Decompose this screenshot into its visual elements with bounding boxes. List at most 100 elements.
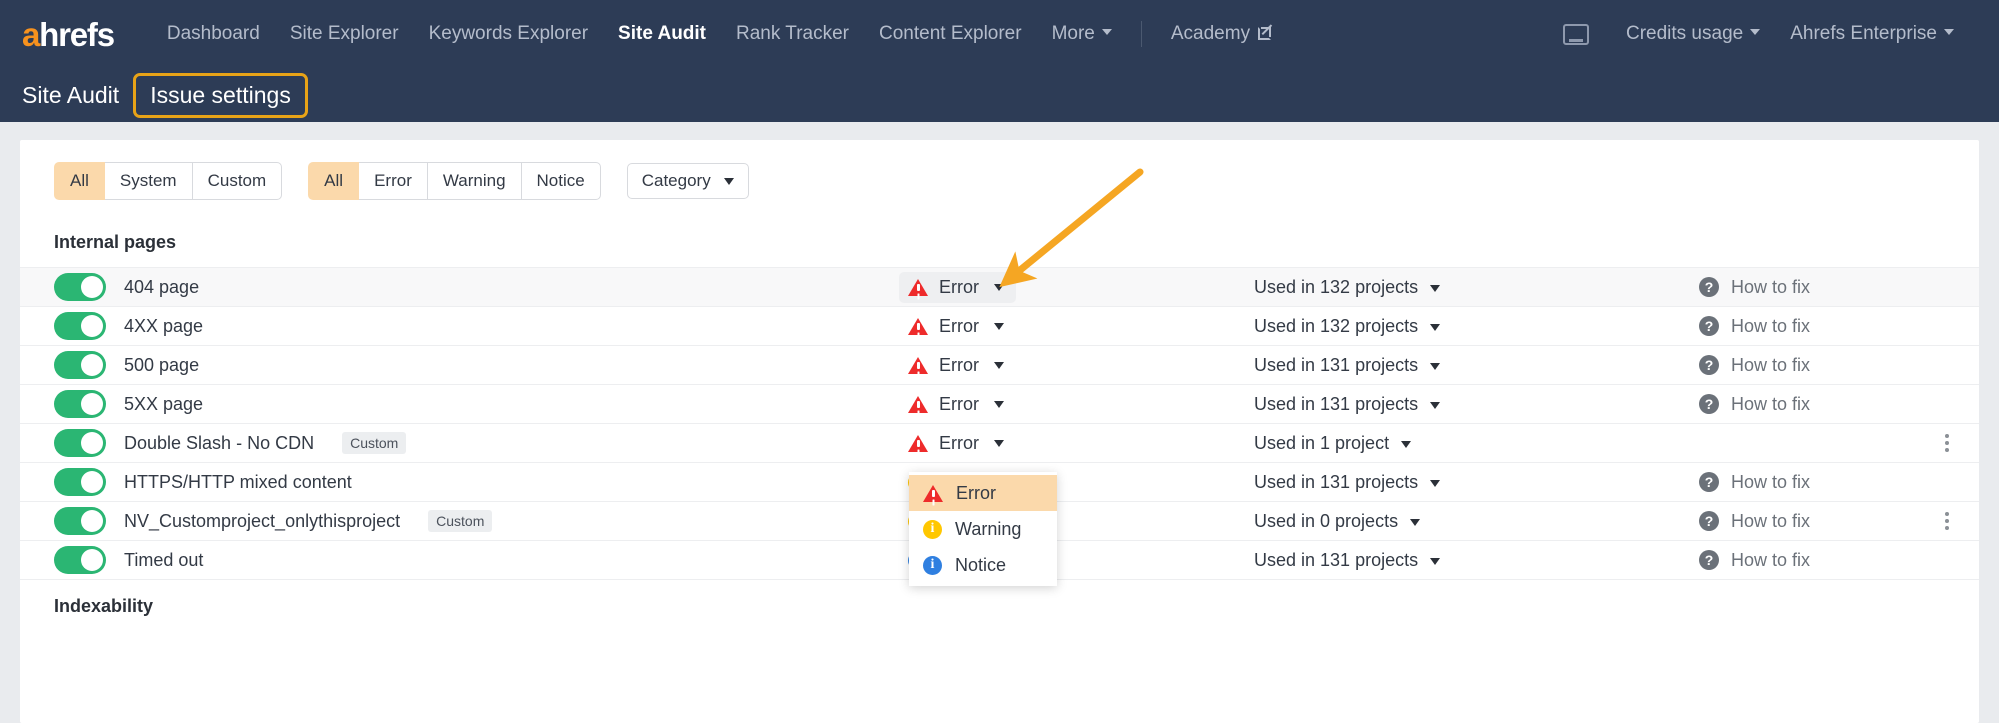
filter-severity-notice[interactable]: Notice [520,162,601,201]
ahrefs-logo[interactable]: ahrefs [22,15,115,53]
issue-toggle[interactable] [54,429,106,458]
row-usage-cell[interactable]: Used in 131 projects [1254,394,1699,415]
chevron-down-icon [1401,440,1412,448]
credits-usage-menu[interactable]: Credits usage [1611,0,1775,68]
severity-dropdown-trigger[interactable]: Error [899,271,1016,303]
error-triangle-icon [908,395,928,413]
row-usage-cell[interactable]: Used in 0 projects [1254,511,1699,532]
issue-toggle[interactable] [54,390,106,419]
issue-name: NV_Customproject_onlythisproject [124,510,401,531]
row-usage-cell[interactable]: Used in 1 project [1254,433,1699,454]
row-usage-cell[interactable]: Used in 131 projects [1254,550,1699,571]
filter-severity-error[interactable]: Error [358,162,428,201]
logo-text: hrefs [39,15,115,53]
severity-dropdown-trigger[interactable]: Error [899,311,1016,342]
issue-toggle[interactable] [54,468,106,497]
section-header-internal-pages: Internal pages [20,220,1979,269]
nav-item-academy[interactable]: Academy [1156,0,1286,68]
nav-item-dashboard[interactable]: Dashboard [152,0,275,68]
toggle-knob [81,354,103,377]
toggle-knob [81,510,103,533]
table-row: 500 page Error Used in 131 projects? How to… [20,346,1979,386]
row-usage-cell[interactable]: Used in 132 projects [1254,277,1699,298]
nav-label: More [1051,23,1095,44]
logo-letter-a: a [22,15,40,53]
filter-severity-warning[interactable]: Warning [426,162,522,201]
severity-label: Error [939,393,979,414]
how-to-fix-link[interactable]: ? How to fix [1699,511,1810,532]
menu-item-notice[interactable]: Notice [909,547,1057,583]
filter-severity-all[interactable]: All [308,162,360,201]
error-triangle-icon [908,356,928,374]
row-more-menu-icon[interactable] [1945,441,1949,446]
how-to-fix-link[interactable]: ? How to fix [1699,355,1810,376]
severity-filter-group: All Error Warning Notice [308,162,601,201]
issue-toggle[interactable] [54,351,106,380]
custom-badge: Custom [342,432,407,455]
row-usage-cell[interactable]: Used in 131 projects [1254,472,1699,493]
question-mark-icon: ? [1699,394,1719,415]
chevron-down-icon [1410,518,1421,526]
usage-label: Used in 132 projects [1254,315,1419,336]
how-to-fix-link[interactable]: ? How to fix [1699,550,1810,571]
table-row: 5XX page Error Used in 131 projects? How to… [20,385,1979,425]
how-to-fix-link[interactable]: ? How to fix [1699,316,1810,337]
question-mark-icon: ? [1699,316,1719,337]
severity-label: Error [939,432,979,453]
account-label: Ahrefs Enterprise [1790,23,1937,44]
severity-dropdown-trigger[interactable]: Error [899,389,1016,420]
filter-source-system[interactable]: System [103,162,193,201]
usage-label: Used in 131 projects [1254,471,1419,492]
toggle-knob [81,315,103,338]
row-usage-cell[interactable]: Used in 131 projects [1254,355,1699,376]
monitor-icon[interactable] [1562,23,1589,45]
row-name-cell: NV_Customproject_onlythisproject Custom [54,507,899,536]
row-name-cell: Timed out [54,546,899,575]
toggle-knob [81,432,103,455]
issue-name: HTTPS/HTTP mixed content [124,471,352,492]
how-to-fix-label: How to fix [1731,471,1811,492]
issue-name: 5XX page [124,393,204,414]
nav-item-keywords-explorer[interactable]: Keywords Explorer [414,0,603,68]
nav-item-more[interactable]: More [1037,0,1127,68]
menu-item-warning[interactable]: Warning [909,511,1057,547]
row-usage-cell[interactable]: Used in 132 projects [1254,316,1699,337]
severity-dropdown-trigger[interactable]: Error [899,428,1016,459]
nav-label: Keywords Explorer [428,23,589,44]
category-dropdown[interactable]: Category [626,163,749,200]
row-name-cell: 5XX page [54,390,899,419]
how-to-fix-link[interactable]: ? How to fix [1699,472,1810,493]
nav-item-site-explorer[interactable]: Site Explorer [275,0,414,68]
how-to-fix-label: How to fix [1731,393,1811,414]
severity-label: Error [939,315,979,336]
nav-item-content-explorer[interactable]: Content Explorer [864,0,1037,68]
nav-label: Dashboard [166,23,260,44]
menu-item-error[interactable]: Error [909,475,1057,511]
section-header-indexability: Indexability [54,596,154,617]
tab-issue-settings[interactable]: Issue settings [133,72,308,118]
account-menu[interactable]: Ahrefs Enterprise [1775,0,1969,68]
chevron-down-icon [1430,401,1441,409]
breadcrumb-site-audit[interactable]: Site Audit [22,82,119,109]
row-more-menu-icon[interactable] [1945,519,1949,524]
nav-label: Site Audit [618,23,707,44]
severity-dropdown-trigger[interactable]: Error [899,350,1016,381]
issue-toggle[interactable] [54,273,106,302]
filter-source-custom[interactable]: Custom [191,162,283,201]
sub-navigation-bar: Site Audit Issue settings [0,68,1999,122]
top-navigation-bar: ahrefs Dashboard Site Explorer Keywords … [0,0,1999,68]
row-fix-cell: ? How to fix [1699,550,1945,571]
filter-source-all[interactable]: All [54,162,105,201]
issue-toggle[interactable] [54,312,106,341]
category-label: Category [641,171,711,191]
issue-toggle[interactable] [54,546,106,575]
chevron-down-icon [1430,479,1441,487]
issue-toggle[interactable] [54,507,106,536]
nav-item-site-audit[interactable]: Site Audit [603,0,721,68]
how-to-fix-link[interactable]: ? How to fix [1699,277,1810,298]
error-triangle-icon [923,484,943,502]
nav-item-rank-tracker[interactable]: Rank Tracker [721,0,864,68]
nav-label: Site Explorer [289,23,399,44]
how-to-fix-link[interactable]: ? How to fix [1699,394,1810,415]
chevron-down-icon [1101,28,1112,35]
